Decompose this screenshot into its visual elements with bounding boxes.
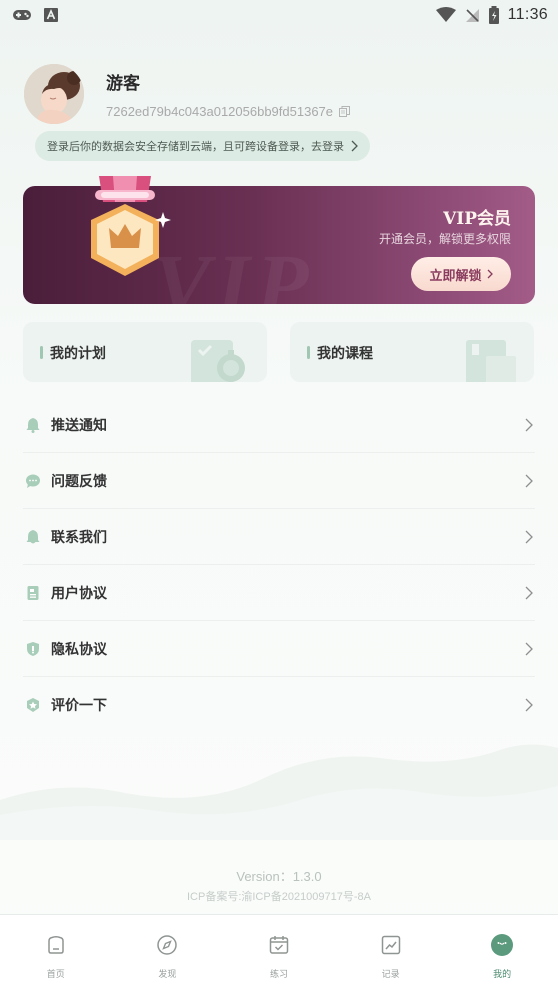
nav-tab-home[interactable]: 首页 — [0, 915, 112, 992]
nav-tab-discover[interactable]: 发现 — [112, 915, 224, 992]
vip-subtitle: 开通会员，解锁更多权限 — [378, 232, 511, 246]
menu-label: 评价一下 — [51, 698, 107, 714]
nav-tab-records[interactable]: 记录 — [335, 915, 447, 992]
bottom-navigation: 首页 发现 练习 记录 我的 — [0, 914, 558, 992]
chevron-right-icon — [525, 418, 533, 432]
chevron-right-icon — [525, 698, 533, 712]
chevron-right-icon — [525, 530, 533, 544]
profile-face-icon — [491, 934, 514, 956]
menu-item-feedback[interactable]: 问题反馈 — [23, 453, 535, 509]
battery-icon — [488, 6, 499, 24]
username: 游客 — [106, 74, 140, 94]
vip-watermark: VIP — [153, 236, 315, 304]
unlock-button[interactable]: 立即解锁 — [411, 257, 511, 291]
nav-label: 发现 — [158, 970, 177, 980]
no-signal-icon — [465, 9, 479, 22]
chat-bubble-icon — [26, 474, 40, 488]
my-plan-tile[interactable]: 我的计划 — [23, 322, 267, 382]
chevron-right-icon — [351, 140, 358, 152]
copy-icon[interactable] — [339, 106, 351, 117]
app-version: Version：1.3.0 — [236, 869, 322, 884]
contact-icon — [26, 529, 40, 543]
mountains-background — [0, 744, 558, 840]
menu-label: 隐私协议 — [51, 641, 107, 658]
chart-icon — [381, 935, 400, 955]
shield-icon — [27, 641, 39, 656]
menu-label: 推送通知 — [51, 417, 107, 434]
document-icon — [27, 585, 39, 600]
login-tip-text: 登录后你的数据会安全存储到云端，且可跨设备登录，去登录 — [47, 140, 344, 153]
menu-item-push-notification[interactable]: 推送通知 — [23, 397, 535, 453]
profile-header[interactable]: 游客 7262ed79b4c043a012056bb9fd51367e — [24, 64, 351, 124]
chevron-right-icon — [525, 642, 533, 656]
nav-label: 首页 — [46, 970, 65, 980]
user-id: 7262ed79b4c043a012056bb9fd51367e — [106, 104, 334, 119]
my-plan-label: 我的计划 — [50, 346, 106, 362]
nav-label: 练习 — [269, 970, 288, 980]
vip-card[interactable]: VIP VIP会员 开通会员，解锁更多权限 立即解锁 — [23, 176, 535, 304]
nav-tab-practice[interactable]: 练习 — [223, 915, 335, 992]
chevron-right-icon — [487, 269, 493, 279]
rate-icon — [27, 698, 39, 712]
menu-label: 问题反馈 — [51, 473, 107, 490]
menu-label: 用户协议 — [51, 585, 107, 602]
settings-menu: 推送通知 问题反馈 联系我们 用户协议 隐私协议 评价一下 — [23, 397, 535, 733]
my-course-label: 我的课程 — [317, 346, 373, 362]
course-book-icon — [466, 340, 516, 382]
menu-item-rate-us[interactable]: 评价一下 — [23, 677, 535, 733]
tile-accent-bar — [40, 346, 43, 359]
bell-icon — [26, 417, 40, 433]
plan-clock-icon — [191, 340, 245, 382]
menu-item-user-agreement[interactable]: 用户协议 — [23, 565, 535, 621]
nav-label: 我的 — [493, 970, 512, 980]
status-time: 11:36 — [507, 6, 548, 23]
unlock-button-label: 立即解锁 — [429, 268, 482, 284]
menu-item-privacy-policy[interactable]: 隐私协议 — [23, 621, 535, 677]
home-icon — [48, 936, 64, 954]
compass-icon — [157, 935, 178, 955]
login-tip-banner[interactable]: 登录后你的数据会安全存储到云端，且可跨设备登录，去登录 — [35, 131, 370, 161]
menu-item-contact-us[interactable]: 联系我们 — [23, 509, 535, 565]
nav-tab-mine[interactable]: 我的 — [446, 915, 558, 992]
app-a-icon — [44, 8, 58, 22]
calendar-check-icon — [269, 936, 289, 954]
my-course-tile[interactable]: 我的课程 — [290, 322, 534, 382]
chevron-right-icon — [525, 474, 533, 488]
medal-crown-icon — [91, 176, 171, 276]
wifi-icon — [435, 7, 456, 22]
icp-number: ICP备案号:渝ICP备2021009717号-8A — [186, 891, 372, 903]
tile-accent-bar — [307, 346, 310, 359]
chevron-right-icon — [525, 586, 533, 600]
gamepad-icon — [13, 10, 31, 20]
vip-title: VIP会员 — [443, 209, 511, 229]
avatar[interactable] — [24, 64, 84, 124]
nav-label: 记录 — [381, 970, 400, 980]
status-bar: 11:36 — [0, 0, 558, 30]
menu-label: 联系我们 — [51, 529, 107, 546]
